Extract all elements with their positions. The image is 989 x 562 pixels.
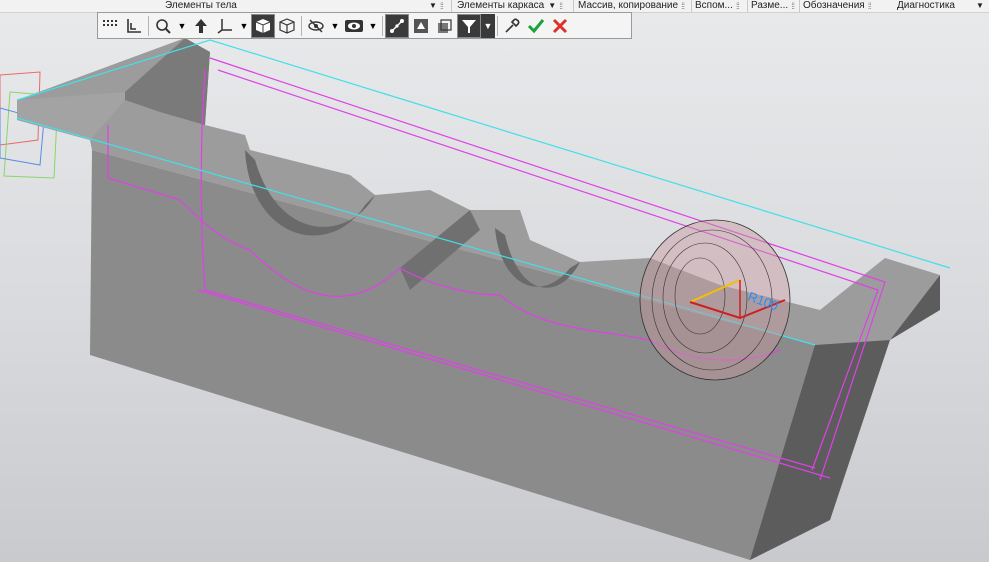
orient-icon — [195, 18, 207, 33]
cancel-x-icon — [552, 18, 568, 33]
hide-icon — [308, 19, 324, 32]
snap-button[interactable] — [385, 13, 409, 38]
axes-dropdown[interactable]: ▼ — [237, 14, 251, 38]
cancel-button[interactable] — [548, 14, 572, 38]
shaded-cube-icon — [255, 18, 271, 33]
orient-button[interactable] — [189, 14, 213, 38]
zoom-button[interactable] — [151, 14, 175, 38]
snap-icon — [390, 18, 404, 33]
eyedropper-icon — [505, 17, 520, 33]
zoom-icon — [156, 18, 171, 34]
layers-button[interactable] — [433, 14, 457, 38]
select-body-icon — [414, 18, 428, 33]
sketch-button[interactable] — [122, 14, 146, 38]
visibility-dropdown[interactable]: ▼ — [366, 14, 380, 38]
chevron-down-icon: ▼ — [239, 20, 249, 31]
select-body-button[interactable] — [409, 14, 433, 38]
apply-check-icon — [527, 18, 545, 33]
visibility-icon — [345, 19, 363, 32]
chevron-down-icon: ▼ — [177, 20, 187, 31]
axes-button[interactable] — [213, 14, 237, 38]
wireframe-view-button[interactable] — [275, 14, 299, 38]
toolbar-separator — [382, 15, 383, 36]
model-viewport[interactable]: R100 — [0, 0, 989, 562]
zoom-dropdown[interactable]: ▼ — [175, 14, 189, 38]
apply-button[interactable] — [524, 14, 548, 38]
view-toolbar: ▼ ▼ ▼ ▼ ▼ — [97, 12, 632, 39]
filter-dropdown[interactable]: ▼ — [481, 13, 495, 38]
grid-menu-icon — [103, 19, 117, 26]
shaded-view-button[interactable] — [251, 13, 275, 38]
eyedropper-button[interactable] — [500, 14, 524, 38]
axes-icon — [217, 18, 232, 34]
hide-dropdown[interactable]: ▼ — [328, 14, 342, 38]
visibility-button[interactable] — [342, 14, 366, 38]
filter-icon — [462, 19, 476, 33]
chevron-down-icon: ▼ — [483, 20, 493, 31]
grid-menu-button[interactable] — [98, 14, 122, 38]
toolbar-separator — [301, 15, 302, 36]
toolbar-separator — [148, 15, 149, 36]
chevron-down-icon: ▼ — [330, 20, 340, 31]
chevron-down-icon: ▼ — [368, 20, 378, 31]
wireframe-cube-icon — [279, 17, 295, 34]
toolbar-separator — [497, 15, 498, 36]
sketch-icon — [127, 18, 141, 33]
filter-button[interactable] — [457, 13, 481, 38]
hide-button[interactable] — [304, 14, 328, 38]
layers-icon — [438, 18, 452, 33]
